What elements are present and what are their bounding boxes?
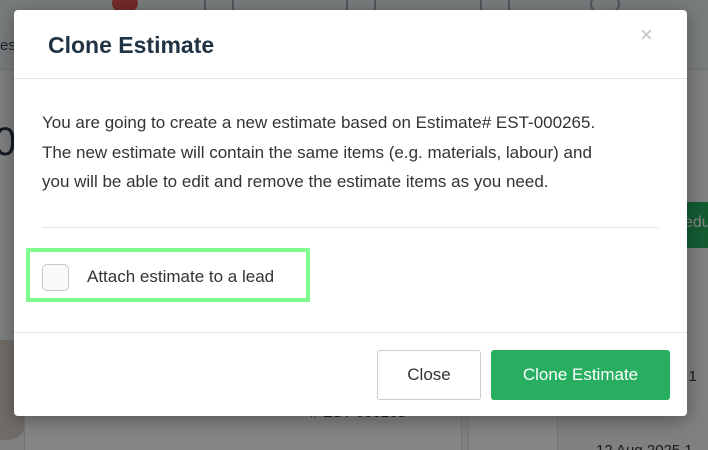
body-text-line: The new estimate will contain the same i…	[42, 142, 592, 162]
footer-divider	[14, 332, 687, 333]
body-text-line: you will be able to edit and remove the …	[42, 172, 549, 191]
clone-estimate-dialog: Clone Estimate × You are going to create…	[14, 10, 687, 416]
attach-lead-label[interactable]: Attach estimate to a lead	[87, 267, 274, 287]
modal-title: Clone Estimate	[48, 32, 215, 58]
modal-body: You are going to create a new estimate b…	[42, 108, 662, 197]
modal-header: Clone Estimate ×	[14, 10, 687, 79]
divider	[42, 227, 659, 228]
attach-lead-checkbox[interactable]	[42, 264, 69, 291]
clone-estimate-button[interactable]: Clone Estimate	[491, 350, 670, 400]
close-icon[interactable]: ×	[640, 24, 653, 46]
close-button[interactable]: Close	[377, 350, 481, 400]
body-text-line: You are going to create a new estimate b…	[42, 113, 596, 132]
